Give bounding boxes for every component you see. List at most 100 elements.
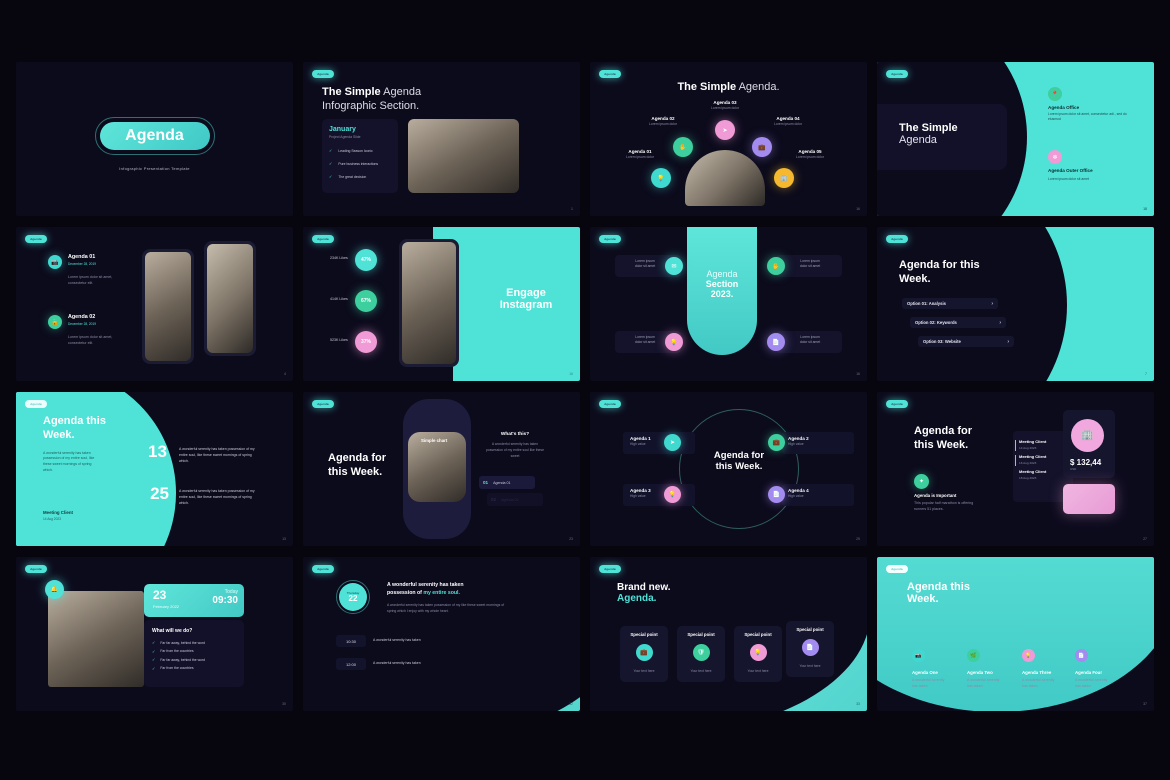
slide-grid: Agenda Infographic Presentation Template… [16, 62, 1167, 722]
bulb-icon[interactable]: 💡 [1022, 649, 1035, 662]
mail-icon[interactable]: ✉ [665, 257, 683, 275]
row-label: Agenda 02 [501, 497, 519, 502]
camera-icon[interactable]: 📷 [912, 649, 925, 662]
timeline-body: A wonderful serenity has taken possessio… [387, 603, 505, 614]
price-highlight-card[interactable] [1063, 484, 1115, 514]
check-icon: ✓ [152, 665, 156, 671]
chevron-right-icon: › [999, 319, 1001, 326]
watch-row-2[interactable]: 02 Agenda 02 [487, 493, 543, 506]
slide-day-timeline[interactable]: Agenda Thursday 22 A wonderful serenity … [303, 557, 580, 711]
stat-ring-2[interactable]: 67% [355, 290, 377, 312]
slide-infographic-section[interactable]: Agenda The Simple Agenda Infographic Sec… [303, 62, 580, 216]
camera-icon[interactable]: 📷 [48, 255, 62, 269]
schedule-item: ✓ Far from the countries [152, 648, 194, 654]
january-item: ✓ Pure business interactions [329, 161, 379, 166]
slide-agenda-week-options[interactable]: Agenda Agenda for this Week. Option 01: … [877, 227, 1154, 381]
slide2-title-line2: Infographic Section. [322, 99, 420, 112]
date-entry-2: 25 NOVEMBER [144, 484, 176, 510]
slide-agenda-week-pricing[interactable]: Agenda Agenda for this Week. ✦ Agenda is… [877, 392, 1154, 546]
pin-icon[interactable]: 📍 [1048, 87, 1062, 101]
special-point-card-4[interactable]: Special point 📄 Your text here [786, 621, 834, 677]
four-item-1: 📷 Agenda One A wonderful serenity has ta… [912, 649, 962, 689]
briefcase-icon[interactable]: 💼 [752, 137, 772, 157]
page-number: 25 [856, 537, 860, 541]
hand-icon[interactable]: ✋ [673, 137, 693, 157]
slide-badge: Agenda [599, 400, 621, 408]
slide-engage-instagram[interactable]: Agenda 234K Likes 47% 414K Likes 67% 523… [303, 227, 580, 381]
slide-agenda-phones[interactable]: Agenda 📷 Agenda 01 December 28, 2019 Lor… [16, 227, 293, 381]
january-card[interactable]: January Project Agenda Slide ✓ Leading Se… [322, 119, 398, 193]
row-label: Agenda 01 [493, 480, 511, 485]
bell-icon[interactable]: 🔔 [45, 580, 64, 599]
slide-brand-new-agenda[interactable]: Agenda Brand new. Agenda. Special point … [590, 557, 867, 711]
building-icon[interactable]: 🏢 [1071, 419, 1104, 452]
send-icon[interactable]: ➤ [664, 434, 681, 451]
shield-icon[interactable]: 🛡 [692, 644, 710, 661]
flower-icon[interactable]: ❄ [1048, 150, 1062, 164]
slide-agenda-week-four[interactable]: Agenda Agenda this Week. 📷 Agenda One A … [877, 557, 1154, 711]
briefcase-icon[interactable]: 💼 [635, 644, 653, 661]
slide-badge: Agenda [886, 70, 908, 78]
briefcase-icon[interactable]: 💼 [768, 434, 785, 451]
page-number: 1 [571, 207, 573, 211]
file-icon[interactable]: 📄 [801, 639, 819, 656]
special-point-card-2[interactable]: Special point 🛡 Your text here [677, 626, 725, 682]
special-point-card-1[interactable]: Special point 💼 Your text here [620, 626, 668, 682]
page-number: 4 [284, 372, 286, 376]
send-icon[interactable]: ➤ [715, 120, 735, 140]
bulb-icon[interactable]: 💡 [664, 486, 681, 503]
page-number: 33 [856, 702, 860, 706]
instagram-title-line1: Engage [506, 287, 546, 299]
star-icon[interactable]: ✦ [914, 474, 929, 489]
day-circle[interactable]: Thursday 22 [339, 583, 367, 611]
circle-label-4: Agenda 4 High value [788, 488, 809, 498]
slide-agenda-week-dates[interactable]: Agenda Agenda this Week. A wonderful ser… [16, 392, 293, 546]
lock-icon[interactable]: 🔒 [48, 315, 62, 329]
option-01[interactable]: Option 01: Analysis › [902, 298, 998, 309]
file-icon[interactable]: 📄 [768, 486, 785, 503]
slide-today-schedule[interactable]: Agenda 🔔 23 February 2022 Today 09:30 Wh… [16, 557, 293, 711]
page-number: 27 [1143, 537, 1147, 541]
file-icon[interactable]: 📄 [767, 333, 785, 351]
slide-cover[interactable]: Agenda Infographic Presentation Template [16, 62, 293, 216]
slide-badge: Agenda [25, 235, 47, 243]
check-icon: ✓ [329, 148, 333, 153]
office-photo [408, 119, 519, 193]
page-number: 16 [856, 372, 860, 376]
slide-agenda-section-2023[interactable]: Agenda Agenda Section 2023. Lorem ipsum d… [590, 227, 867, 381]
file-icon[interactable]: 📄 [1075, 649, 1088, 662]
stat-ring-1[interactable]: 47% [355, 249, 377, 271]
slide-badge: Agenda [312, 400, 334, 408]
date-entry-1: 13 OCTOBER [144, 442, 171, 468]
slide-agenda-week-circle[interactable]: Agenda Agenda for this Week. Agenda 1 Hi… [590, 392, 867, 546]
node-label-agenda-01: Agenda 01 Lorem ipsum dolor [625, 149, 655, 159]
building-icon[interactable]: 🏢 [774, 168, 794, 188]
schedule-item: ✓ Far far away, behind the word [152, 657, 205, 662]
slide-agenda-week-watch[interactable]: Agenda Agenda for this Week. Simple char… [303, 392, 580, 546]
cover-subtitle: Infographic Presentation Template [119, 166, 190, 171]
timeline-headline: A wonderful serenity has taken possession… [387, 582, 507, 615]
bulb-icon[interactable]: 💡 [749, 644, 767, 661]
phone-item-1: Agenda 01 December 28, 2019 Lorem ipsum … [68, 254, 113, 285]
day-circle-day: 22 [348, 594, 358, 603]
option-03[interactable]: Option 03: Website › [918, 336, 1014, 347]
office-item-1: Agenda Office Lorem ipsum dolor sit amet… [1048, 105, 1127, 122]
bulb-icon[interactable]: 💡 [665, 333, 683, 351]
page-number: 18 [1143, 207, 1147, 211]
watch-row-1[interactable]: 01 Agenda 01 [479, 476, 535, 489]
bulb-icon[interactable]: 💡 [651, 168, 671, 188]
hand-icon[interactable]: ✋ [767, 257, 785, 275]
stat-ring-3[interactable]: 37% [355, 331, 377, 353]
slide4-title-light: Agenda [899, 134, 937, 146]
slide-badge: Agenda [599, 70, 621, 78]
slide-agenda-office[interactable]: Agenda The Simple Agenda 📍 Agenda Office… [877, 62, 1154, 216]
leaf-icon[interactable]: 🌿 [967, 649, 980, 662]
option-02[interactable]: Option 02: Keywords › [910, 317, 1006, 328]
check-icon: ✓ [152, 640, 156, 645]
slide-agenda-circles[interactable]: Agenda The Simple Agenda. Agenda 01 Lore… [590, 62, 867, 216]
special-point-card-3[interactable]: Special point 💡 Your text here [734, 626, 782, 682]
section-desc-top-right: Lorem ipsum dolor sit amet [799, 259, 821, 269]
dates-title-line1: Agenda this [43, 415, 106, 427]
stat-label-2: 414K Likes [330, 297, 348, 301]
brand-title-line1: Brand new. [617, 582, 671, 593]
